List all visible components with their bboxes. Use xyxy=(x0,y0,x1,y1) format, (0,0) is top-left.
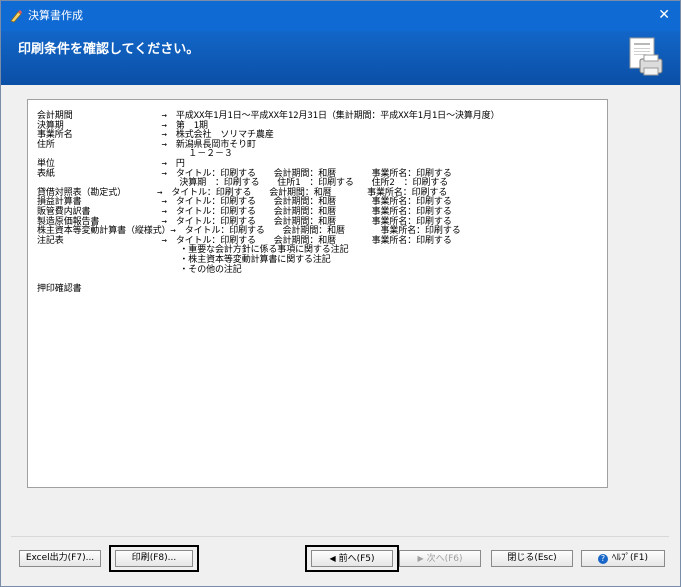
help-button[interactable]: ? ﾍﾙﾌﾟ(F1) xyxy=(581,550,665,567)
app-icon xyxy=(10,10,22,23)
excel-export-label: Excel出力(F7)... xyxy=(25,553,95,563)
next-button[interactable]: ▶ 次へ(F6) xyxy=(399,550,481,567)
document-printer-icon xyxy=(629,37,663,76)
close-label: 閉じる(Esc) xyxy=(507,553,557,563)
excel-export-button[interactable]: Excel出力(F7)... xyxy=(19,550,101,567)
settlement-dialog: 決算書作成 ✕ 印刷条件を確認してください。 会計期間 → 平成XX年1月1日～… xyxy=(0,0,681,587)
close-button[interactable]: 閉じる(Esc) xyxy=(491,550,573,567)
instruction-heading: 印刷条件を確認してください。 xyxy=(18,42,200,57)
help-label: ﾍﾙﾌﾟ(F1) xyxy=(612,553,648,563)
instruction-header: 印刷条件を確認してください。 xyxy=(1,31,680,85)
prev-button-highlight xyxy=(305,545,399,572)
close-icon[interactable]: ✕ xyxy=(658,7,670,23)
window-title: 決算書作成 xyxy=(28,9,83,22)
help-icon: ? xyxy=(598,554,609,564)
print-conditions-panel: 会計期間 → 平成XX年1月1日～平成XX年12月31日（集計期間：平成XX年1… xyxy=(27,99,608,488)
arrow-right-icon: ▶ xyxy=(417,554,424,563)
footer-divider xyxy=(11,536,669,537)
title-bar: 決算書作成 ✕ xyxy=(1,1,680,31)
print-conditions-text: 会計期間 → 平成XX年1月1日～平成XX年12月31日（集計期間：平成XX年1… xyxy=(37,111,500,294)
next-label: 次へ(F6) xyxy=(426,554,463,564)
print-button-highlight xyxy=(109,545,199,572)
